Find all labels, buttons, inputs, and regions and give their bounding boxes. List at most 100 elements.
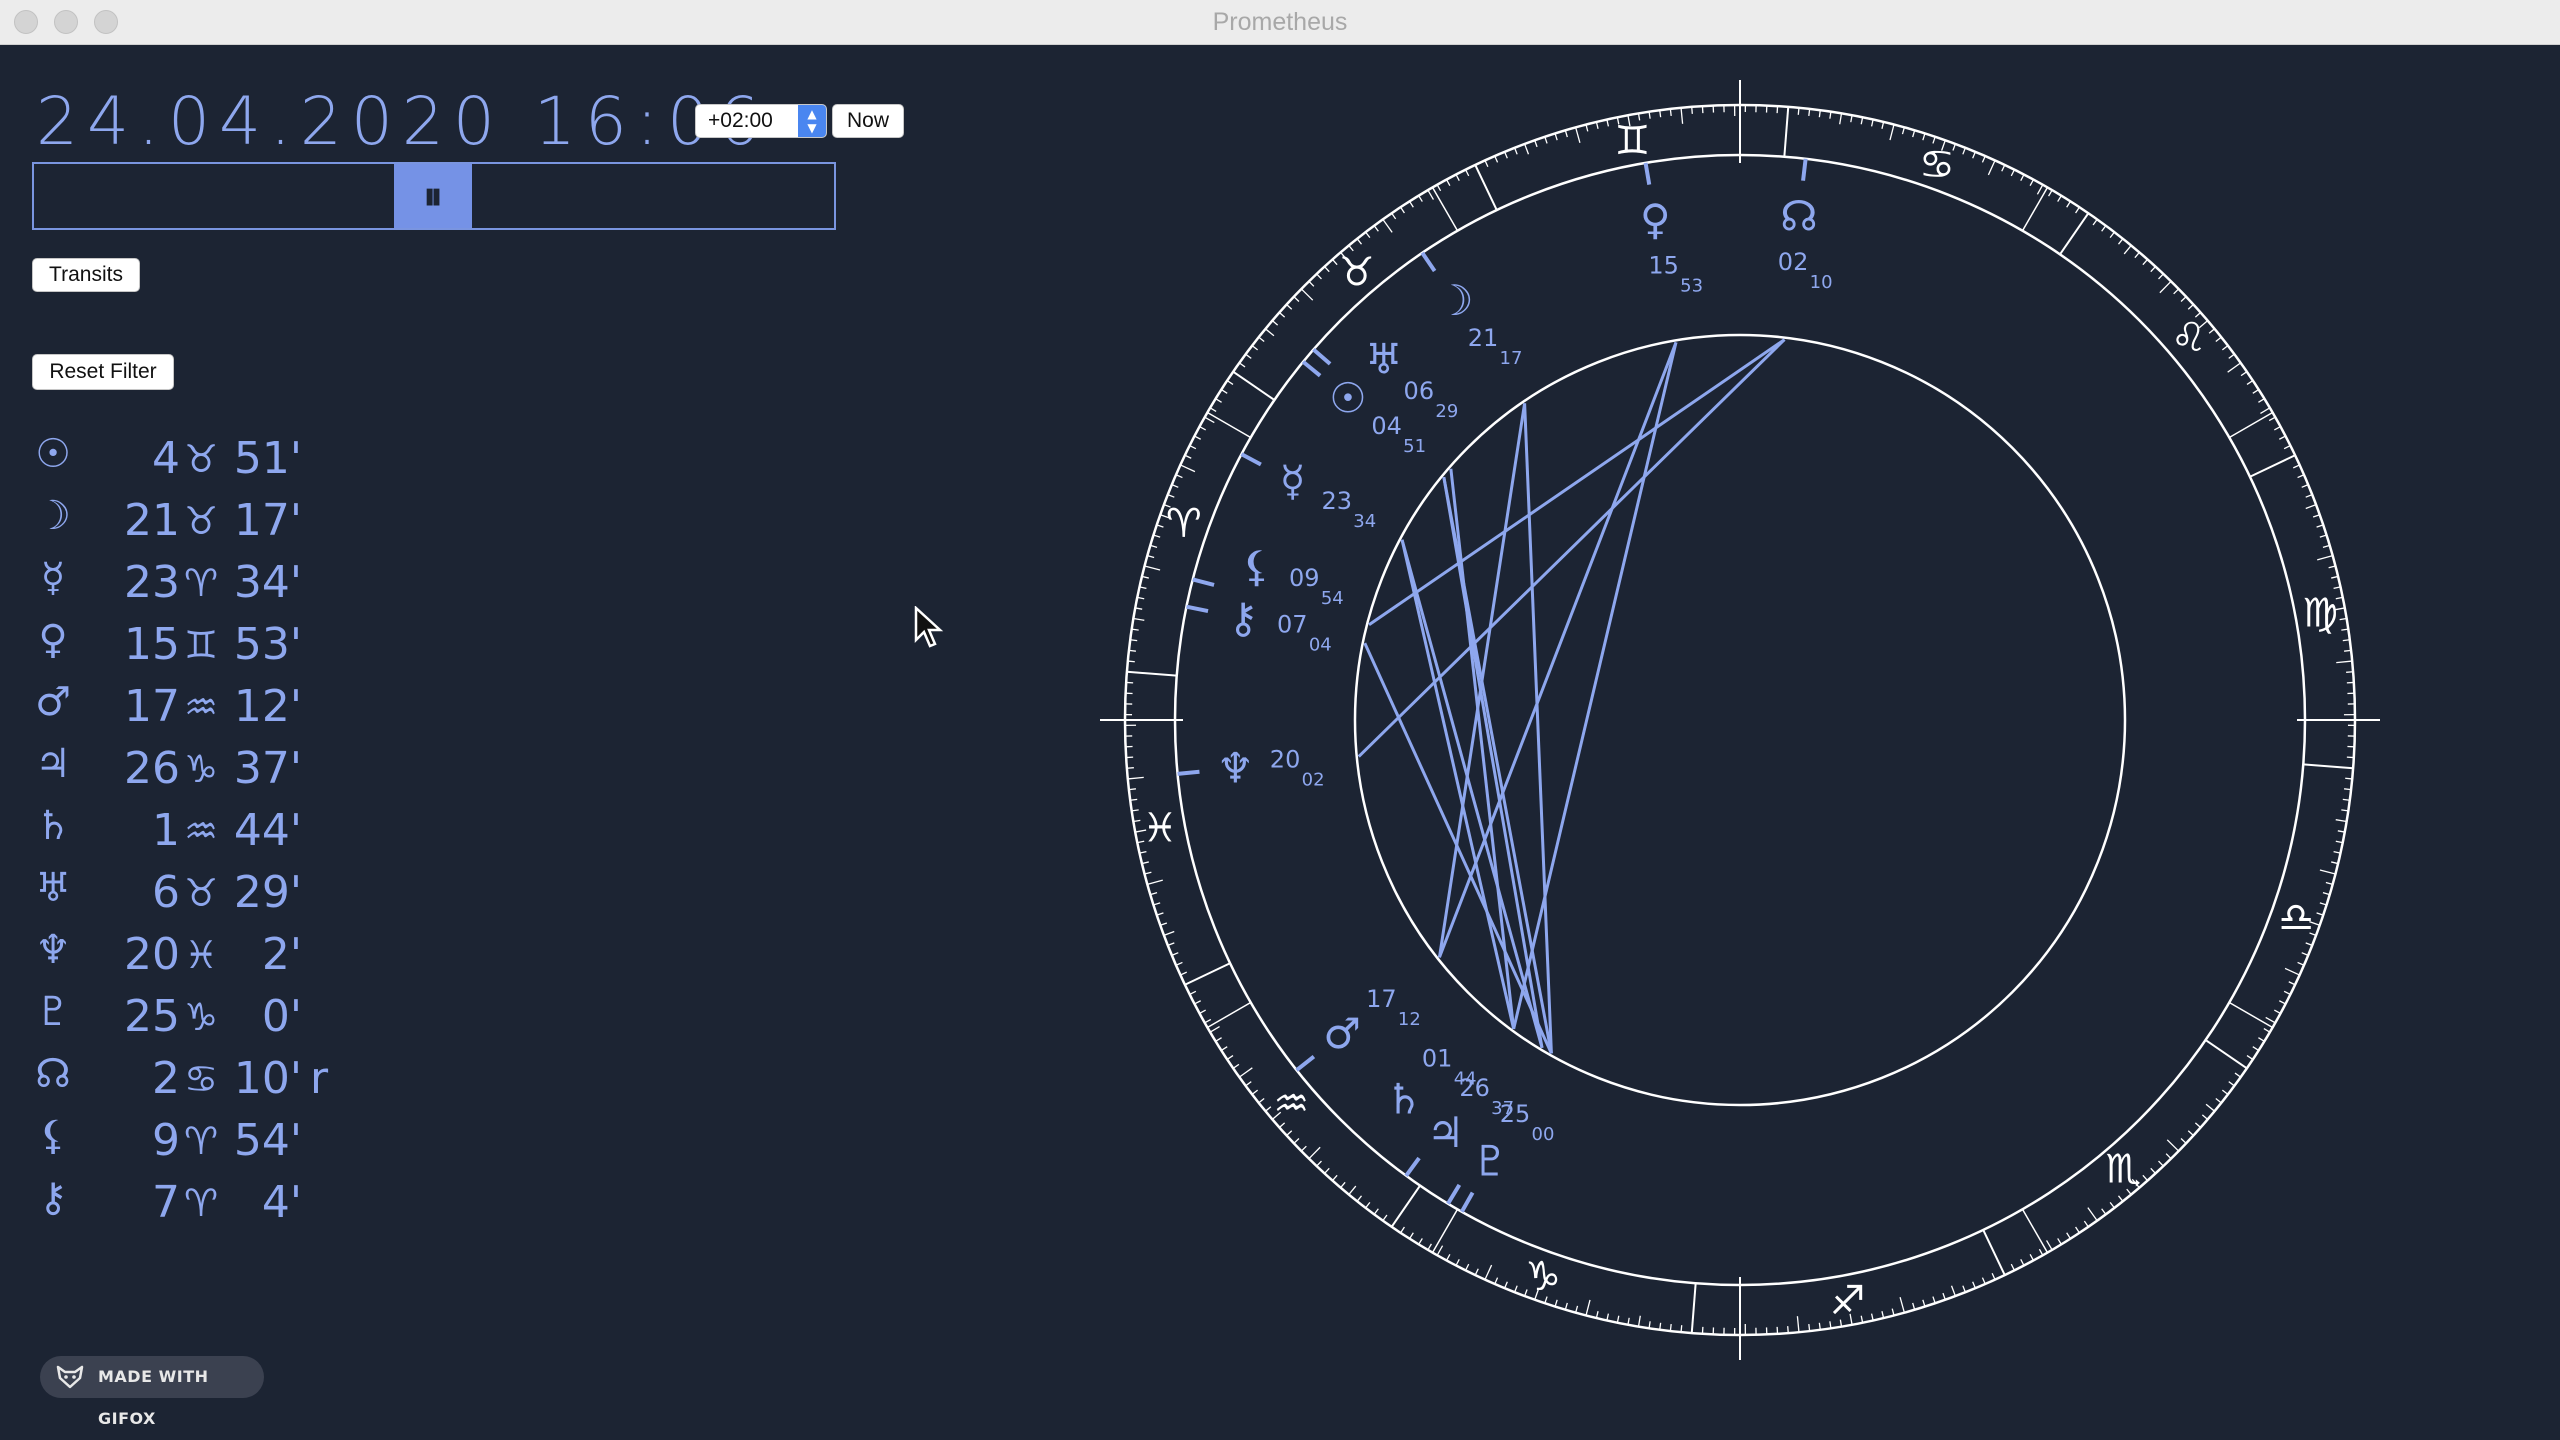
degree-tick <box>1128 788 1136 791</box>
planet-row-neptune[interactable]: ♆ 20 ♓ 2' <box>28 924 348 986</box>
degree-tick <box>1175 961 1183 966</box>
degree-tick <box>2150 1167 2156 1174</box>
made-with-gifox-badge[interactable]: MADE WITH GIFOX <box>40 1356 264 1428</box>
planet-minute-label: 00 <box>1532 1124 1555 1145</box>
planet-row-mars[interactable]: ♂ 17 ♒ 12' <box>28 676 348 738</box>
degree-tick <box>1220 389 1228 394</box>
planet-glyph-icon: ♂ <box>1323 1009 1361 1058</box>
degree-tick <box>2274 1009 2281 1015</box>
degree-tick <box>2319 869 2336 875</box>
degree-tick <box>2123 245 2132 255</box>
degree-tick <box>2134 251 2140 259</box>
reset-filter-button[interactable]: Reset Filter <box>32 354 174 390</box>
zodiac-sign-icon: ♊ <box>1615 118 1651 164</box>
timezone-stepper[interactable]: ▲ ▼ <box>798 105 826 137</box>
degree-tick <box>1209 1025 1220 1033</box>
degree-tick <box>2057 195 2062 202</box>
degree-tick <box>1232 1063 1240 1069</box>
degree-tick <box>2279 435 2286 440</box>
degree-tick <box>1308 1146 1321 1160</box>
degree-tick <box>1680 1325 1683 1333</box>
planet-degree-label: 01 <box>1422 1044 1453 1072</box>
degree-tick <box>1199 425 1206 431</box>
degree-tick <box>2010 169 2015 177</box>
degree-tick <box>1504 1281 1508 1289</box>
degree-tick <box>1981 155 1986 163</box>
planet-degree-label: 04 <box>1371 412 1402 440</box>
degree-tick <box>1220 1046 1228 1051</box>
timezone-field[interactable]: +02:00 ▲ ▼ <box>695 104 827 138</box>
planet-row-moon[interactable]: ☽ 21 ♉ 17' <box>28 490 348 552</box>
degree-tick <box>2194 1122 2202 1128</box>
degree-tick <box>1356 238 1363 245</box>
degree-tick <box>2187 1130 2194 1136</box>
pause-icon[interactable]: ⏸ <box>394 164 472 228</box>
planet-row-node[interactable]: ☊ 2 ♋ 10' r <box>28 1048 348 1110</box>
degree-tick <box>2335 819 2347 823</box>
degree-tick <box>2344 788 2352 791</box>
degree-tick <box>2346 671 2354 673</box>
planet-degree: 7 <box>152 1177 180 1228</box>
degree-tick <box>2240 371 2248 377</box>
time-slider[interactable]: ⏸ <box>32 162 836 230</box>
degree-tick <box>2283 445 2291 450</box>
planet-position-tick <box>1240 452 1262 467</box>
planet-position-tick <box>1801 158 1808 181</box>
planet-row-sun[interactable]: ☉ 4 ♉ 51' <box>28 428 348 490</box>
planet-row-chiron[interactable]: ⚷ 7 ♈ 4' <box>28 1172 348 1234</box>
planet-row-jupiter[interactable]: ♃ 26 ♑ 37' <box>28 738 348 800</box>
degree-tick <box>2316 524 2324 528</box>
planet-position-tick <box>1301 360 1322 378</box>
degree-tick <box>1209 407 1217 412</box>
degree-tick <box>1669 1324 1672 1332</box>
degree-tick <box>2260 407 2271 415</box>
sign-boundary-line <box>1184 962 1231 986</box>
degree-tick <box>1382 218 1393 233</box>
datetime-display[interactable]: 24.04.2020 16:06 <box>36 82 769 162</box>
degree-tick <box>1797 107 1800 115</box>
degree-tick <box>2221 345 2229 351</box>
now-button[interactable]: Now <box>832 104 904 138</box>
degree-tick <box>1962 147 1967 155</box>
planet-minutes: 37' <box>233 743 302 794</box>
degree-tick <box>1585 124 1589 132</box>
planet-degree: 2 <box>152 1053 180 1104</box>
degree-tick <box>1286 1130 1293 1136</box>
transits-button[interactable]: Transits <box>32 258 140 292</box>
degree-tick <box>2288 981 2296 986</box>
degree-tick <box>2331 575 2339 579</box>
degree-tick <box>2158 1160 2164 1167</box>
degree-tick <box>1901 127 1905 135</box>
degree-tick <box>2020 174 2025 181</box>
degree-tick <box>1156 912 1164 916</box>
zodiac-sign-icon: ♒ <box>183 685 219 729</box>
astrology-chart-wheel[interactable]: ♈♉♊♋♌♍♎♏♐♑♒♓☉0451☽2117☿ 2334♀1553♂1712♃26… <box>1100 80 2380 1360</box>
sign-boundary-line <box>1474 164 1498 211</box>
degree-tick <box>1316 1160 1322 1167</box>
planet-minutes: 53' <box>233 619 302 670</box>
planet-row-venus[interactable]: ♀ 15 ♊ 53' <box>28 614 348 676</box>
planet-row-mercury[interactable]: ☿ 23 ♈ 34' <box>28 552 348 614</box>
degree-tick <box>1324 266 1330 273</box>
jupiter-icon: ♃ <box>35 741 71 787</box>
planet-row-lilith[interactable]: ⚸ 9 ♈ 54' <box>28 1110 348 1172</box>
degree-tick <box>2159 280 2172 294</box>
degree-tick <box>2029 179 2035 186</box>
sun-icon: ☉ <box>35 431 71 477</box>
degree-tick <box>1133 617 1145 621</box>
planet-row-saturn[interactable]: ♄ 1 ♒ 44' <box>28 800 348 862</box>
planet-glyph-icon: ♄ <box>1385 1075 1423 1124</box>
planet-row-pluto[interactable]: ♇ 25 ♑ 0' <box>28 986 348 1048</box>
node-icon: ☊ <box>35 1051 71 1097</box>
planet-row-uranus[interactable]: ♅ 6 ♉ 29' <box>28 862 348 924</box>
planet-minutes: 17' <box>233 495 302 546</box>
planet-minutes: 51' <box>233 433 302 484</box>
aspect-line <box>1512 342 1678 1030</box>
degree-tick <box>1787 1326 1789 1334</box>
degree-tick <box>1215 398 1222 403</box>
degree-tick <box>2305 493 2313 498</box>
sign-boundary-line <box>1126 670 1177 677</box>
degree-tick <box>2344 649 2352 652</box>
house-cusp-line <box>1207 1001 1252 1029</box>
degree-tick <box>2087 1207 2098 1222</box>
